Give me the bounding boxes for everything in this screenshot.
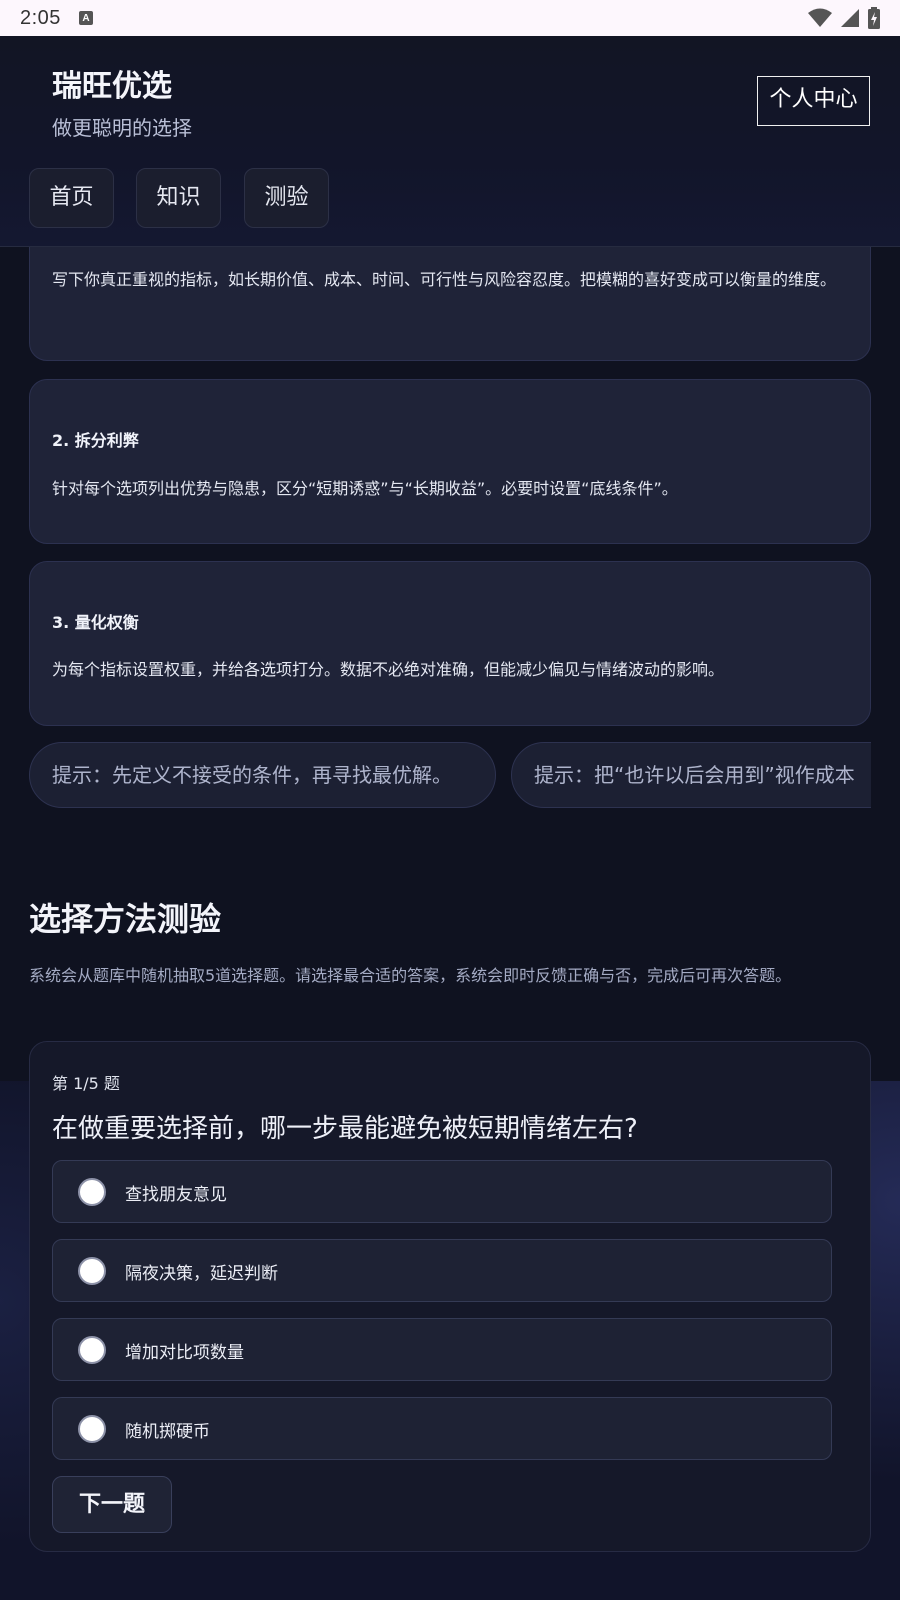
status-bar: 2:05 A: [0, 0, 900, 36]
radio-button[interactable]: [78, 1257, 106, 1285]
notification-icon: A: [78, 11, 93, 25]
tip-chip[interactable]: 提示：先定义不接受的条件，再寻找最优解。: [29, 742, 496, 808]
next-question-button[interactable]: 下一题: [52, 1476, 172, 1533]
tips-carousel[interactable]: 提示：先定义不接受的条件，再寻找最优解。 提示：把“也许以后会用到”视作成本: [29, 742, 871, 810]
quiz-option[interactable]: 隔夜决策，延迟判断: [52, 1239, 832, 1302]
status-icons: [808, 7, 880, 29]
section-description: 系统会从题库中随机抽取5道选择题。请选择最合适的答案，系统会即时反馈正确与否，完…: [29, 966, 792, 985]
brand-subtitle: 做更聪明的选择: [52, 116, 192, 140]
quiz-progress: 第 1/5 题: [52, 1074, 120, 1093]
quiz-option[interactable]: 随机掷硬币: [52, 1397, 832, 1460]
profile-button[interactable]: 个人中心: [757, 76, 870, 126]
step-title: 2. 拆分利弊: [52, 431, 139, 450]
option-label: 查找朋友意见: [125, 1185, 227, 1205]
brand-title: 瑞旺优选: [52, 69, 172, 104]
section-title: 选择方法测验: [29, 900, 222, 938]
option-label: 增加对比项数量: [125, 1343, 244, 1363]
quiz-card: 第 1/5 题 在做重要选择前，哪一步最能避免被短期情绪左右? 查找朋友意见 隔…: [29, 1041, 871, 1552]
option-label: 隔夜决策，延迟判断: [125, 1264, 278, 1284]
main-content: 写下你真正重视的指标，如长期价值、成本、时间、可行性与风险容忍度。把模糊的喜好变…: [0, 36, 900, 1600]
tip-chip[interactable]: 提示：把“也许以后会用到”视作成本: [511, 742, 871, 808]
app-screen: 写下你真正重视的指标，如长期价值、成本、时间、可行性与风险容忍度。把模糊的喜好变…: [0, 0, 900, 1600]
app-header: 瑞旺优选 做更聪明的选择 个人中心 首页 知识 测验: [0, 36, 900, 247]
step-body: 写下你真正重视的指标，如长期价值、成本、时间、可行性与风险容忍度。把模糊的喜好变…: [52, 270, 837, 289]
radio-button[interactable]: [78, 1415, 106, 1443]
quiz-option[interactable]: 增加对比项数量: [52, 1318, 832, 1381]
nav-quiz[interactable]: 测验: [244, 168, 329, 228]
radio-button[interactable]: [78, 1336, 106, 1364]
step-card-3: 3. 量化权衡 为每个指标设置权重，并给各选项打分。数据不必绝对准确，但能减少偏…: [29, 561, 871, 726]
step-title: 3. 量化权衡: [52, 613, 139, 632]
status-time: 2:05: [20, 6, 61, 29]
quiz-question: 在做重要选择前，哪一步最能避免被短期情绪左右?: [52, 1114, 638, 1144]
step-body: 为每个指标设置权重，并给各选项打分。数据不必绝对准确，但能减少偏见与情绪波动的影…: [52, 660, 725, 679]
step-body: 针对每个选项列出优势与隐患，区分“短期诱惑”与“长期收益”。必要时设置“底线条件…: [52, 479, 678, 498]
radio-button[interactable]: [78, 1178, 106, 1206]
battery-icon: [868, 7, 880, 29]
signal-icon: [841, 9, 859, 27]
wifi-icon: [808, 8, 832, 27]
quiz-option[interactable]: 查找朋友意见: [52, 1160, 832, 1223]
option-label: 随机掷硬币: [125, 1422, 210, 1442]
nav-home[interactable]: 首页: [29, 168, 114, 228]
nav-knowledge[interactable]: 知识: [136, 168, 221, 228]
step-card-2: 2. 拆分利弊 针对每个选项列出优势与隐患，区分“短期诱惑”与“长期收益”。必要…: [29, 379, 871, 544]
